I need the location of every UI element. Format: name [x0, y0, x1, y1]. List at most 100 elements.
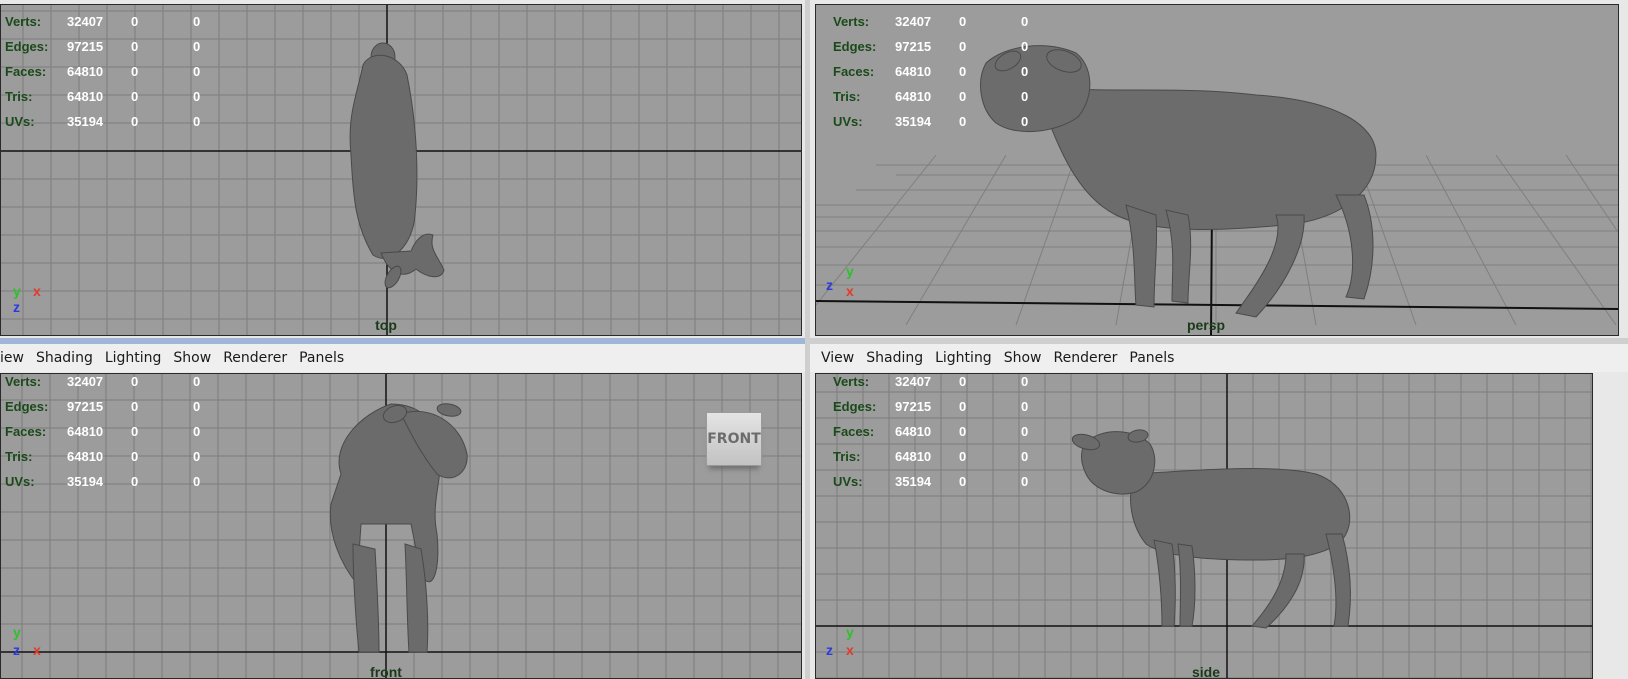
hud-value: 0 — [131, 14, 139, 29]
hud-value: 0 — [193, 474, 201, 489]
axis-x-label: x — [33, 283, 41, 299]
axis-z-label: z — [13, 299, 20, 315]
hud-value: 64810 — [67, 89, 104, 104]
viewport-side[interactable]: View Shading Lighting Show Renderer Pane… — [810, 344, 1628, 679]
hud-value: 0 — [131, 89, 139, 104]
hud-value: 0 — [959, 474, 967, 489]
hud-label-verts: Verts: — [833, 14, 870, 29]
hud-value: 35194 — [895, 114, 932, 129]
menu-renderer[interactable]: Renderer — [1047, 350, 1123, 366]
hud-value: 0 — [193, 399, 201, 414]
hud-value: 0 — [1021, 399, 1029, 414]
hud-value: 0 — [131, 374, 139, 389]
hud-value: 64810 — [67, 64, 104, 79]
axis-x-label: x — [846, 283, 854, 299]
hud-value: 0 — [131, 39, 139, 54]
viewport-persp-canvas[interactable]: Verts: 32407 0 0 Edges: 97215 0 0 Faces: 64810 0… — [815, 4, 1619, 336]
poly-count-hud-side: Verts: 32407 0 0 Edges: 97215 0 0 Faces: 64810 0… — [833, 374, 1061, 494]
hud-value: 0 — [1021, 449, 1029, 464]
viewport-top[interactable]: Verts: 32407 0 0 Edges: 97215 0 0 Faces: 64810 0… — [0, 0, 805, 338]
hud-label-tris: Tris: — [833, 89, 861, 104]
hud-value: 0 — [1021, 39, 1029, 54]
panel-menubar-side: View Shading Lighting Show Renderer Pane… — [810, 344, 1628, 372]
menu-panels[interactable]: Panels — [293, 350, 350, 366]
hud-value: 64810 — [895, 64, 932, 79]
hud-value: 0 — [1021, 374, 1029, 389]
sheep-model-top — [349, 42, 445, 289]
hud-value: 0 — [959, 449, 967, 464]
viewport-top-canvas[interactable]: Verts: 32407 0 0 Edges: 97215 0 0 Faces: 64810 0… — [0, 4, 802, 336]
hud-value: 32407 — [895, 14, 932, 29]
hud-label-tris: Tris: — [5, 89, 33, 104]
viewport-persp[interactable]: Verts: 32407 0 0 Edges: 97215 0 0 Faces: 64810 0… — [810, 0, 1628, 338]
hud-value: 0 — [959, 64, 967, 79]
hud-label-tris: Tris: — [5, 449, 33, 464]
hud-value: 0 — [131, 424, 139, 439]
hud-label-verts: Verts: — [5, 374, 42, 389]
axis-y-label: y — [846, 624, 854, 640]
menu-lighting[interactable]: Lighting — [929, 350, 998, 366]
menu-panels[interactable]: Panels — [1123, 350, 1180, 366]
menu-show[interactable]: Show — [998, 350, 1048, 366]
camera-label-side: side — [1191, 664, 1221, 679]
hud-label-edges: Edges: — [833, 399, 877, 414]
hud-label-edges: Edges: — [833, 39, 877, 54]
hud-label-faces: Faces: — [5, 424, 47, 439]
axis-x-label: x — [33, 642, 41, 658]
hud-label-verts: Verts: — [833, 374, 870, 389]
hud-value: 0 — [131, 114, 139, 129]
hud-value: 0 — [1021, 89, 1029, 104]
hud-value: 0 — [959, 424, 967, 439]
hud-value: 64810 — [67, 449, 104, 464]
axis-z-label: z — [13, 642, 20, 658]
sheep-model-front — [329, 403, 468, 653]
hud-value: 35194 — [67, 114, 104, 129]
camera-label-persp: persp — [1186, 317, 1226, 333]
poly-count-hud-front: Verts: 32407 0 0 Edges: 97215 0 0 Faces: 64810 0… — [5, 374, 233, 494]
hud-label-verts: Verts: — [5, 14, 42, 29]
axis-z-label: z — [826, 277, 833, 293]
hud-value: 64810 — [895, 449, 932, 464]
hud-value: 0 — [959, 89, 967, 104]
hud-value: 97215 — [895, 399, 932, 414]
hud-value: 0 — [959, 374, 967, 389]
viewport-front-canvas[interactable]: Verts: 32407 0 0 Edges: 97215 0 0 Faces: 64810 0… — [0, 373, 802, 679]
axis-y-label: y — [846, 263, 854, 279]
poly-count-hud-persp: Verts: 32407 0 0 Edges: 97215 0 0 Faces: 64810 0… — [833, 9, 1061, 134]
viewport-side-canvas[interactable]: Verts: 32407 0 0 Edges: 97215 0 0 Faces: 64810 0… — [815, 373, 1593, 679]
panel-menubar-front: iew Shading Lighting Show Renderer Panel… — [0, 344, 805, 372]
menu-shading[interactable]: Shading — [860, 350, 929, 366]
axis-x-label: x — [846, 642, 854, 658]
viewcube-front[interactable]: FRONT — [706, 412, 762, 466]
menu-shading[interactable]: Shading — [30, 350, 99, 366]
hud-value: 35194 — [895, 474, 932, 489]
hud-value: 0 — [131, 449, 139, 464]
menu-view[interactable]: View — [815, 350, 860, 366]
axis-y-label: y — [13, 283, 21, 299]
hud-value: 0 — [131, 474, 139, 489]
hud-value: 64810 — [895, 424, 932, 439]
hud-label-edges: Edges: — [5, 399, 49, 414]
hud-value: 0 — [959, 39, 967, 54]
hud-value: 0 — [193, 64, 201, 79]
hud-label-tris: Tris: — [833, 449, 861, 464]
menu-renderer[interactable]: Renderer — [217, 350, 293, 366]
hud-label-uvs: UVs: — [5, 474, 35, 489]
hud-value: 0 — [131, 64, 139, 79]
hud-label-faces: Faces: — [833, 424, 875, 439]
hud-label-uvs: UVs: — [833, 474, 863, 489]
hud-value: 35194 — [67, 474, 104, 489]
hud-value: 0 — [959, 114, 967, 129]
hud-value: 0 — [1021, 64, 1029, 79]
menu-lighting[interactable]: Lighting — [99, 350, 168, 366]
menu-view[interactable]: iew — [0, 350, 30, 366]
viewport-front[interactable]: iew Shading Lighting Show Renderer Panel… — [0, 344, 805, 679]
hud-value: 0 — [193, 374, 201, 389]
menu-show[interactable]: Show — [167, 350, 217, 366]
hud-value: 0 — [193, 14, 201, 29]
hud-value: 0 — [959, 14, 967, 29]
sheep-model-side — [1071, 429, 1351, 629]
camera-label-top: top — [375, 317, 397, 333]
hud-label-edges: Edges: — [5, 39, 49, 54]
hud-value: 0 — [193, 424, 201, 439]
